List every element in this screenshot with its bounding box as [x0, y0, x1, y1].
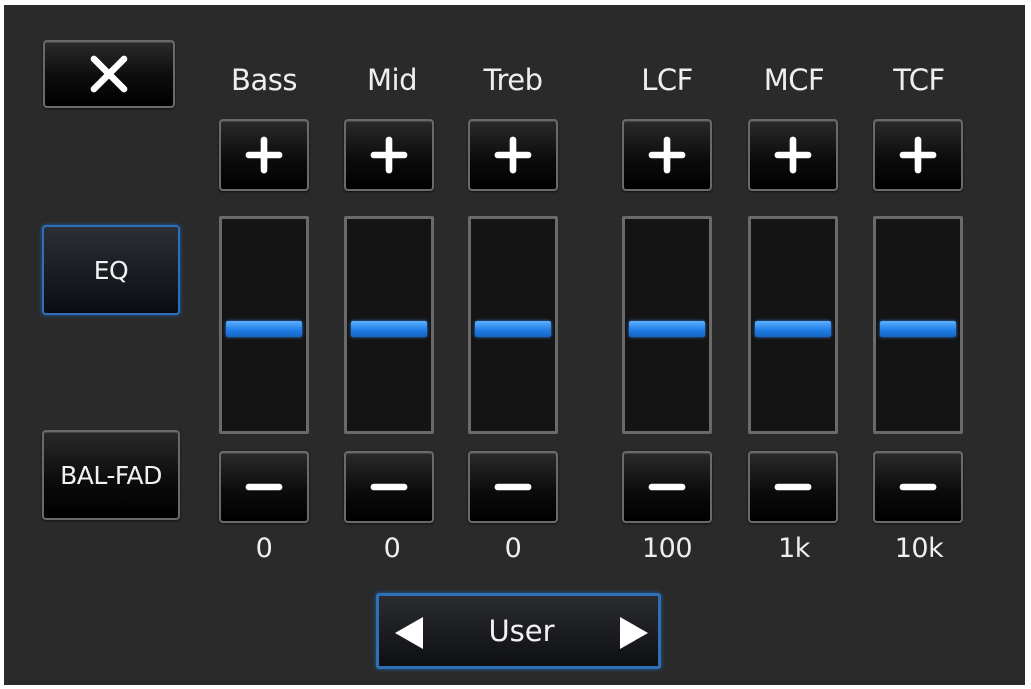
mid-plus-button[interactable]: [344, 119, 434, 191]
close-button[interactable]: [43, 40, 175, 108]
band-label-tcf: TCF: [893, 63, 945, 97]
treb-slider-thumb[interactable]: [475, 321, 551, 337]
minus-icon: [370, 483, 408, 491]
plus-icon: [370, 136, 408, 174]
lcf-slider-thumb[interactable]: [629, 321, 705, 337]
plus-icon: [774, 136, 812, 174]
treb-plus-button[interactable]: [468, 119, 558, 191]
left-arrow-icon[interactable]: [389, 611, 429, 655]
mcf-slider[interactable]: [748, 216, 838, 434]
preset-label: User: [488, 614, 555, 648]
minus-icon: [774, 483, 812, 491]
minus-icon: [494, 483, 532, 491]
band-value-tcf: 10k: [894, 533, 944, 564]
band-value-mcf: 1k: [778, 533, 810, 564]
bal-fad-button[interactable]: BAL-FAD: [42, 430, 180, 520]
mid-slider-thumb[interactable]: [351, 321, 427, 337]
mcf-minus-button[interactable]: [748, 451, 838, 523]
mcf-plus-button[interactable]: [748, 119, 838, 191]
lcf-minus-button[interactable]: [622, 451, 712, 523]
bass-minus-button[interactable]: [219, 451, 309, 523]
band-value-lcf: 100: [641, 533, 693, 564]
band-value-bass: 0: [255, 533, 273, 564]
treb-minus-button[interactable]: [468, 451, 558, 523]
band-label-bass: Bass: [231, 63, 297, 97]
right-arrow-icon[interactable]: [614, 611, 654, 655]
treb-slider[interactable]: [468, 216, 558, 434]
bal-fad-button-label: BAL-FAD: [60, 460, 162, 490]
band-label-mcf: MCF: [763, 63, 825, 97]
tcf-minus-button[interactable]: [873, 451, 963, 523]
tcf-slider-thumb[interactable]: [880, 321, 956, 337]
minus-icon: [245, 483, 283, 491]
band-value-mid: 0: [383, 533, 401, 564]
preset-selector: User: [376, 593, 661, 669]
mid-slider[interactable]: [344, 216, 434, 434]
band-label-treb: Treb: [483, 63, 544, 97]
audio-eq-screen: EQ BAL-FAD Bass 0 Mid 0 Treb 0 LCF 100 M…: [4, 5, 1025, 685]
bass-plus-button[interactable]: [219, 119, 309, 191]
minus-icon: [899, 483, 937, 491]
bass-slider[interactable]: [219, 216, 309, 434]
mid-minus-button[interactable]: [344, 451, 434, 523]
plus-icon: [899, 136, 937, 174]
tcf-slider[interactable]: [873, 216, 963, 434]
lcf-slider[interactable]: [622, 216, 712, 434]
minus-icon: [648, 483, 686, 491]
eq-button-label: EQ: [93, 255, 129, 285]
tcf-plus-button[interactable]: [873, 119, 963, 191]
band-value-treb: 0: [504, 533, 522, 564]
band-label-lcf: LCF: [641, 63, 693, 97]
plus-icon: [648, 136, 686, 174]
mcf-slider-thumb[interactable]: [755, 321, 831, 337]
bass-slider-thumb[interactable]: [226, 321, 302, 337]
plus-icon: [245, 136, 283, 174]
band-label-mid: Mid: [367, 63, 418, 97]
close-icon: [90, 55, 128, 93]
eq-button[interactable]: EQ: [42, 225, 180, 315]
plus-icon: [494, 136, 532, 174]
lcf-plus-button[interactable]: [622, 119, 712, 191]
